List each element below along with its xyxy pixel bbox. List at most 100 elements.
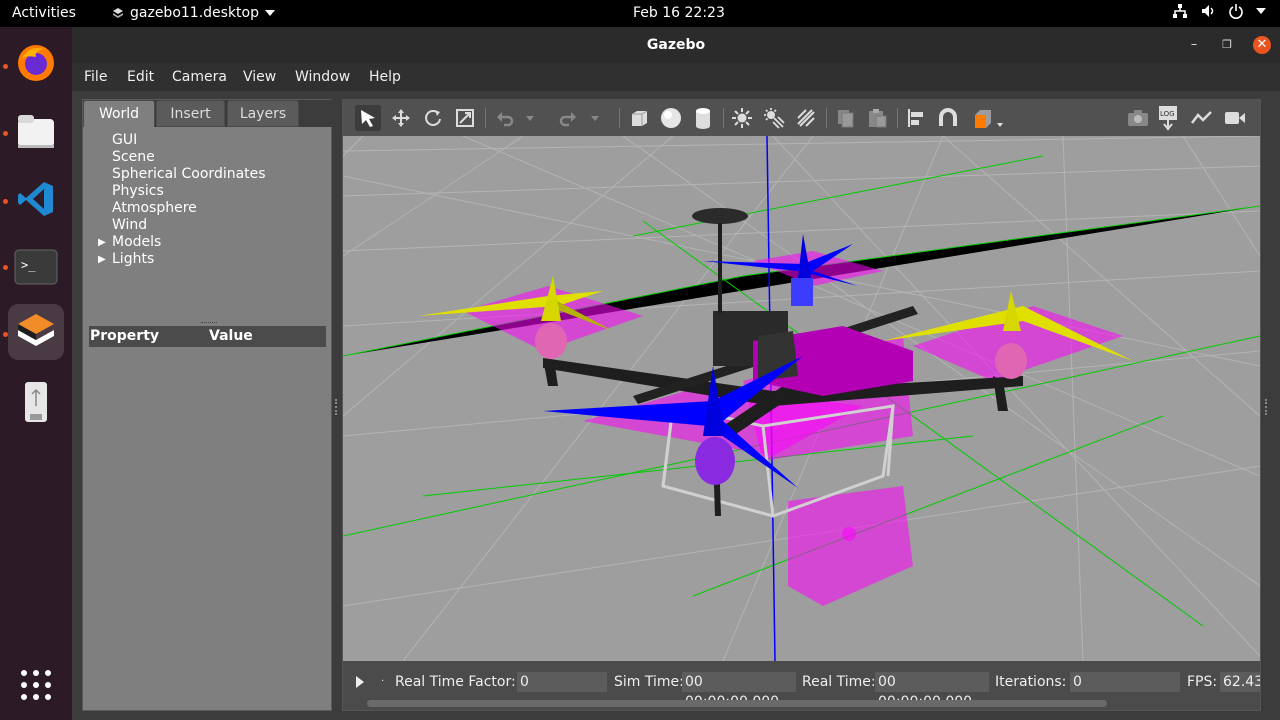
vscode-icon[interactable] (8, 171, 64, 227)
tab-layers[interactable]: Layers (227, 100, 299, 127)
tree-item-atmosphere[interactable]: Atmosphere (83, 200, 333, 217)
activities-button[interactable]: Activities (12, 5, 76, 21)
tree-item-gui[interactable]: GUI (83, 132, 333, 149)
menu-camera[interactable]: Camera (172, 69, 227, 85)
redo-icon[interactable] (555, 105, 581, 131)
log-icon[interactable]: LOG (1156, 105, 1182, 131)
select-icon[interactable] (355, 105, 381, 131)
tree-item-label: Wind (112, 217, 148, 233)
toolbar-separator (897, 108, 898, 128)
dock: >_ (0, 27, 72, 720)
tree-item-label: Spherical Coordinates (112, 166, 266, 182)
rotate-icon[interactable] (420, 105, 446, 131)
sim-time-label: Sim Time: (614, 674, 684, 690)
close-button[interactable]: ✕ (1253, 36, 1271, 54)
minimize-button[interactable]: – (1185, 36, 1203, 54)
undo-icon[interactable] (492, 105, 518, 131)
real-time-factor-label: Real Time Factor: (395, 674, 516, 690)
maximize-button[interactable]: ❐ (1218, 36, 1236, 54)
panel-splitter-handle[interactable] (201, 322, 217, 324)
app-menu-label: gazebo11.desktop (130, 5, 259, 21)
terminal-icon[interactable]: >_ (8, 239, 64, 295)
tree-item-lights[interactable]: ▶ Lights (83, 251, 333, 268)
svg-text:>_: >_ (21, 258, 36, 272)
expand-arrow-icon[interactable]: ▶ (98, 234, 106, 251)
files-icon[interactable] (8, 103, 64, 159)
right-splitter-handle[interactable] (1265, 399, 1268, 415)
network-icon (1173, 4, 1187, 18)
point-light-icon[interactable] (729, 105, 755, 131)
menu-window[interactable]: Window (295, 69, 350, 85)
power-icon (1229, 4, 1243, 19)
tree-item-label: Models (112, 234, 162, 250)
tree-item-models[interactable]: ▶ Models (83, 234, 333, 251)
play-icon[interactable] (355, 675, 365, 689)
show-apps-icon[interactable] (8, 657, 64, 713)
volume-icon (1202, 5, 1214, 17)
tree-item-label: Lights (112, 251, 155, 267)
undo-dropdown-icon[interactable] (523, 105, 537, 131)
chevron-down-icon (265, 10, 275, 16)
toolbar-separator (826, 108, 827, 128)
step-indicator: . (381, 673, 385, 684)
property-table-header: Property Value (89, 326, 326, 347)
value-column-header: Value (209, 328, 253, 344)
screenshot-icon[interactable] (1125, 105, 1151, 131)
toolbar-separator (619, 108, 620, 128)
directional-light-icon[interactable] (793, 105, 819, 131)
plot-icon[interactable] (1189, 105, 1215, 131)
property-column-header: Property (90, 328, 160, 344)
view-angle-icon[interactable] (970, 105, 1006, 131)
menu-file[interactable]: File (84, 69, 107, 85)
toolbar-separator (723, 108, 724, 128)
scene-canvas[interactable] (343, 136, 1260, 661)
menu-edit[interactable]: Edit (127, 69, 154, 85)
sim-time-value: 00 00:00:00.000 (682, 672, 796, 710)
iterations-label: Iterations: (995, 674, 1067, 690)
record-video-icon[interactable] (1222, 105, 1248, 131)
panel-tabs: World Insert Layers (83, 100, 333, 127)
gazebo-small-icon (113, 8, 123, 18)
translate-icon[interactable] (388, 105, 414, 131)
tree-item-wind[interactable]: Wind (83, 217, 333, 234)
copy-icon[interactable] (832, 105, 858, 131)
tree-item-physics[interactable]: Physics (83, 183, 333, 200)
paste-icon[interactable] (864, 105, 890, 131)
world-tree: GUI Scene Spherical Coordinates Physics … (83, 132, 333, 268)
clock[interactable]: Feb 16 22:23 (633, 5, 725, 21)
firefox-icon[interactable] (8, 35, 64, 91)
render-viewport[interactable]: LOG . Real Time Factor: 0 Sim Time: 00 R… (342, 99, 1261, 711)
align-icon[interactable] (903, 105, 929, 131)
horizontal-scrollbar[interactable] (367, 700, 1107, 707)
usb-drive-icon[interactable] (8, 374, 64, 430)
cylinder-icon[interactable] (690, 105, 716, 131)
sphere-icon[interactable] (658, 105, 684, 131)
spot-light-icon[interactable] (761, 105, 787, 131)
menu-help[interactable]: Help (369, 69, 401, 85)
window-title: Gazebo (646, 37, 706, 53)
app-menu[interactable]: gazebo11.desktop (112, 5, 275, 21)
tab-insert[interactable]: Insert (156, 100, 225, 127)
menu-bar: File Edit Camera View Window Help (72, 63, 1280, 91)
gazebo-window: Gazebo – ❐ ✕ File Edit Camera View Windo… (72, 27, 1280, 720)
real-time-factor-value: 0 (517, 672, 607, 692)
tray-chevron-down-icon (1256, 8, 1266, 14)
tab-world[interactable]: World (83, 100, 155, 127)
left-splitter-handle[interactable] (335, 399, 338, 415)
redo-dropdown-icon[interactable] (588, 105, 602, 131)
scale-icon[interactable] (452, 105, 478, 131)
expand-arrow-icon[interactable]: ▶ (98, 251, 106, 268)
tree-item-label: Atmosphere (112, 200, 197, 216)
snap-icon[interactable] (935, 105, 961, 131)
iterations-value: 0 (1070, 672, 1180, 692)
svg-text:LOG: LOG (1160, 110, 1175, 118)
box-icon[interactable] (626, 105, 652, 131)
real-time-value: 00 00:00:00.000 (875, 672, 989, 710)
menu-view[interactable]: View (243, 69, 276, 85)
real-time-label: Real Time: (802, 674, 876, 690)
gazebo-icon[interactable] (8, 304, 64, 360)
tree-item-spherical-coordinates[interactable]: Spherical Coordinates (83, 166, 333, 183)
tree-item-scene[interactable]: Scene (83, 149, 333, 166)
system-tray[interactable] (1172, 3, 1266, 19)
title-bar[interactable]: Gazebo – ❐ ✕ (72, 27, 1280, 63)
